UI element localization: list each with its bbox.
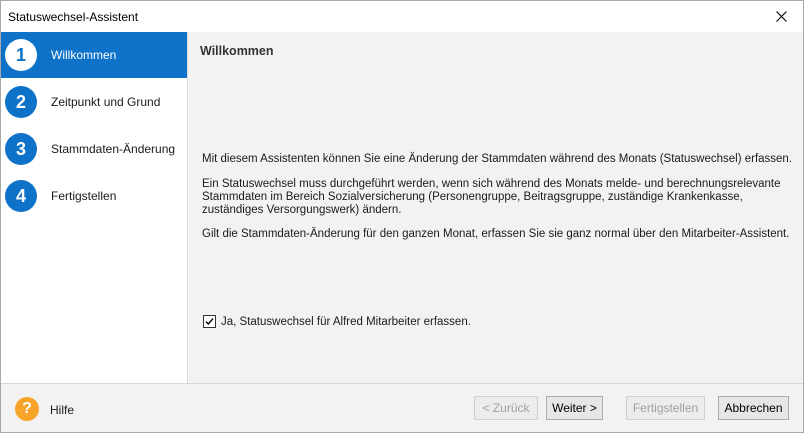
next-button[interactable]: Weiter > — [546, 396, 603, 420]
step-number-badge: 2 — [5, 86, 37, 118]
finish-button[interactable]: Fertigstellen — [626, 396, 705, 420]
step-fertigstellen[interactable]: 4 Fertigstellen — [1, 173, 187, 219]
step-label: Zeitpunkt und Grund — [51, 95, 161, 109]
content-panel: Willkommen Mit diesem Assistenten können… — [188, 32, 803, 383]
step-zeitpunkt-und-grund[interactable]: 2 Zeitpunkt und Grund — [1, 79, 187, 125]
step-label: Stammdaten-Änderung — [51, 142, 176, 156]
step-label: Willkommen — [51, 48, 117, 62]
wizard-steps-sidebar: 1 Willkommen 2 Zeitpunkt und Grund 3 Sta… — [1, 32, 188, 383]
page-title: Willkommen — [200, 44, 274, 58]
step-stammdaten-aenderung[interactable]: 3 Stammdaten-Änderung — [1, 126, 187, 172]
step-number-badge: 3 — [5, 133, 37, 165]
step-number-badge: 4 — [5, 180, 37, 212]
confirm-checkbox-label: Ja, Statuswechsel für Alfred Mitarbeiter… — [221, 315, 471, 328]
intro-paragraph: Mit diesem Assistenten können Sie eine Ä… — [202, 153, 793, 165]
step-number-badge: 1 — [5, 39, 37, 71]
window-title: Statuswechsel-Assistent — [8, 10, 139, 24]
help-icon[interactable]: ? — [15, 397, 39, 421]
back-button[interactable]: < Zurück — [474, 396, 538, 420]
confirm-checkbox[interactable] — [203, 315, 216, 328]
step-label: Fertigstellen — [51, 189, 117, 203]
explanation-paragraph: Ein Statuswechsel muss durchgeführt werd… — [202, 178, 781, 216]
step-willkommen[interactable]: 1 Willkommen — [1, 32, 187, 78]
dialog-window: Statuswechsel-Assistent 1 Willkommen 2 Z… — [0, 0, 804, 433]
confirm-checkbox-row[interactable]: Ja, Statuswechsel für Alfred Mitarbeiter… — [203, 315, 471, 328]
checkmark-icon — [205, 318, 214, 326]
footer-bar: ? Hilfe < Zurück Weiter > Fertigstellen … — [1, 383, 803, 432]
cancel-button[interactable]: Abbrechen — [718, 396, 789, 420]
hint-paragraph: Gilt die Stammdaten-Änderung für den gan… — [202, 228, 790, 240]
close-button[interactable] — [759, 1, 803, 32]
close-icon — [775, 11, 787, 22]
help-label[interactable]: Hilfe — [50, 403, 74, 417]
title-bar: Statuswechsel-Assistent — [1, 1, 803, 32]
